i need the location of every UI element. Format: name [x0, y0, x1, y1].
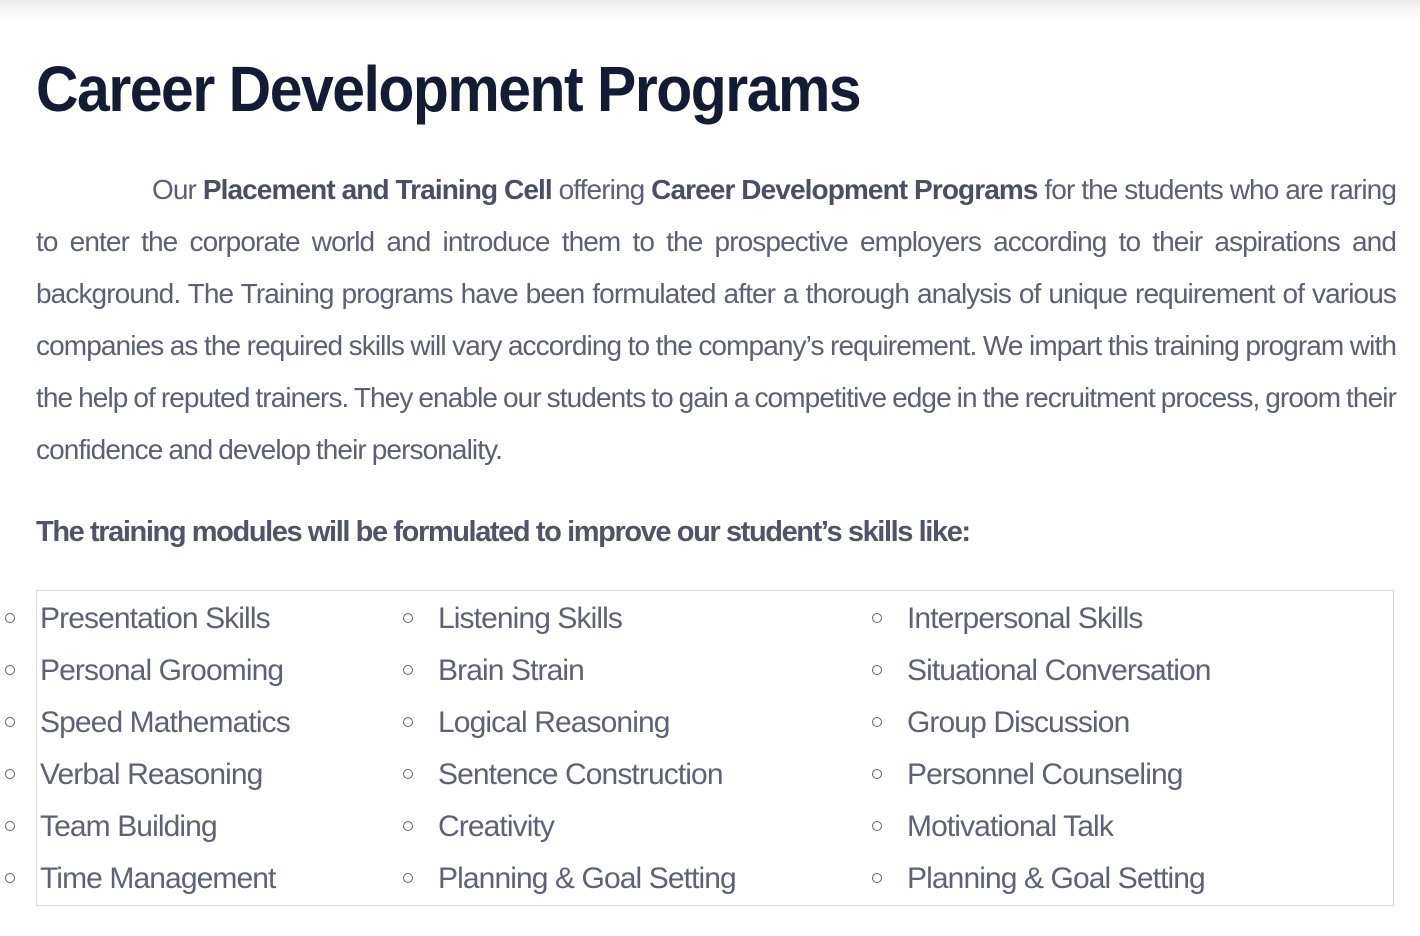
modules-heading: The training modules will be formulated … — [36, 516, 971, 548]
skill-label: Situational Conversation — [907, 654, 1212, 687]
bullet-circle-icon — [403, 821, 413, 831]
skills-column-2: Listening Skills Brain Strain Logical Re… — [403, 597, 737, 909]
skill-item: Listening Skills — [403, 597, 736, 649]
skill-label: Creativity — [438, 810, 555, 843]
skill-item: Logical Reasoning — [403, 701, 736, 753]
skill-item: Situational Conversation — [872, 649, 1212, 701]
intro-text-1: Our — [152, 174, 203, 205]
skill-item: Sentence Construction — [403, 753, 736, 805]
skill-item: Team Building — [5, 805, 290, 857]
program-name-bold: Career Development Programs — [651, 174, 1038, 205]
skill-label: Team Building — [40, 810, 218, 843]
bullet-circle-icon — [5, 613, 15, 623]
top-edge-shadow — [0, 0, 1420, 22]
skill-label: Sentence Construction — [438, 758, 724, 791]
bullet-circle-icon — [403, 613, 413, 623]
bullet-circle-icon — [403, 769, 413, 779]
placement-cell-bold: Placement and Training Cell — [202, 174, 553, 205]
skill-label: Planning & Goal Setting — [907, 862, 1206, 895]
skill-label: Presentation Skills — [40, 602, 271, 635]
skill-label: Personal Grooming — [40, 654, 284, 687]
bullet-circle-icon — [5, 717, 15, 727]
skill-label: Logical Reasoning — [438, 706, 670, 739]
bullet-circle-icon — [403, 665, 413, 675]
skill-item: Verbal Reasoning — [5, 753, 290, 805]
intro-text-2: offering — [551, 174, 652, 205]
skill-item: Speed Mathematics — [5, 701, 291, 753]
bullet-circle-icon — [872, 717, 882, 727]
skill-item: Personnel Counseling — [872, 753, 1211, 805]
bullet-circle-icon — [5, 821, 15, 831]
skill-item: Planning & Goal Setting — [403, 857, 737, 909]
skill-label: Verbal Reasoning — [40, 758, 263, 791]
bullet-circle-icon — [403, 873, 413, 883]
skill-label: Brain Strain — [438, 654, 585, 687]
skill-label: Speed Mathematics — [40, 706, 291, 739]
intro-text-3: for the students who are raring to enter… — [36, 174, 1397, 465]
bullet-circle-icon — [5, 873, 15, 883]
skill-label: Personnel Counseling — [907, 758, 1183, 791]
bullet-circle-icon — [872, 769, 882, 779]
bullet-circle-icon — [872, 613, 882, 623]
skill-item: Group Discussion — [872, 701, 1211, 753]
skill-label: Time Management — [40, 862, 276, 895]
bullet-circle-icon — [872, 821, 882, 831]
bullet-circle-icon — [403, 717, 413, 727]
skill-item: Brain Strain — [403, 649, 736, 701]
bullet-circle-icon — [5, 769, 15, 779]
skills-column-1: Presentation Skills Personal Grooming Sp… — [5, 597, 291, 909]
skill-item: Personal Grooming — [5, 649, 290, 701]
skill-label: Interpersonal Skills — [907, 602, 1143, 635]
bullet-circle-icon — [872, 665, 882, 675]
skill-label: Group Discussion — [907, 706, 1130, 739]
skill-item: Motivational Talk — [872, 805, 1211, 857]
bullet-circle-icon — [5, 665, 15, 675]
skill-item: Presentation Skills — [5, 597, 290, 649]
skill-item: Time Management — [5, 857, 290, 909]
page-title: Career Development Programs — [36, 53, 862, 125]
skill-item: Creativity — [403, 805, 736, 857]
skill-label: Motivational Talk — [907, 810, 1114, 843]
skill-label: Listening Skills — [438, 602, 623, 635]
bullet-circle-icon — [872, 873, 882, 883]
skill-item: Interpersonal Skills — [872, 597, 1211, 649]
skill-item: Planning & Goal Setting — [872, 857, 1211, 909]
intro-paragraph: Our Placement and Training Cell offering… — [36, 164, 1397, 476]
skills-column-3: Interpersonal Skills Situational Convers… — [872, 597, 1212, 909]
skill-label: Planning & Goal Setting — [438, 862, 737, 895]
